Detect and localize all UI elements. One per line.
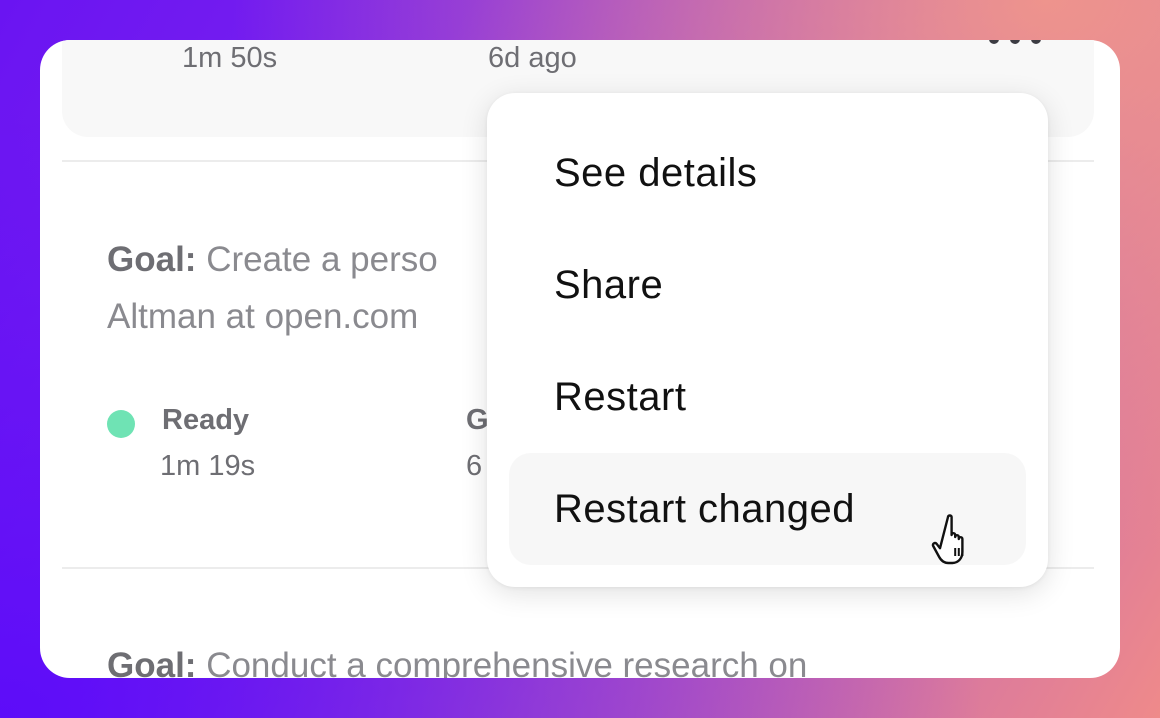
goal-text: Conduct a comprehensive research on — [206, 646, 808, 678]
task-duration: 1m 50s — [182, 42, 278, 74]
task-goal-line2: Altman at open.com — [107, 297, 419, 336]
task-time-ago: 6d ago — [488, 42, 577, 74]
task-meta-value: 6 — [466, 450, 483, 482]
status-label: Ready — [162, 404, 250, 436]
status-dot-icon — [107, 410, 135, 438]
goal-label: Goal: — [107, 646, 197, 678]
goal-text-line1: Create a perso — [206, 240, 438, 279]
task-goal[interactable]: Goal: Create a perso — [107, 237, 438, 282]
menu-item-restart[interactable]: Restart — [509, 341, 1026, 453]
menu-item-share[interactable]: Share — [509, 229, 1026, 341]
menu-item-see-details[interactable]: See details — [509, 117, 1026, 229]
task-duration: 1m 19s — [160, 450, 256, 482]
hand-pointer-cursor-icon — [931, 514, 964, 565]
goal-label: Goal: — [107, 240, 197, 279]
task-meta-label: G — [466, 404, 489, 436]
task-goal[interactable]: Goal: Conduct a comprehensive research o… — [107, 643, 807, 678]
more-options-icon[interactable] — [989, 40, 1041, 44]
